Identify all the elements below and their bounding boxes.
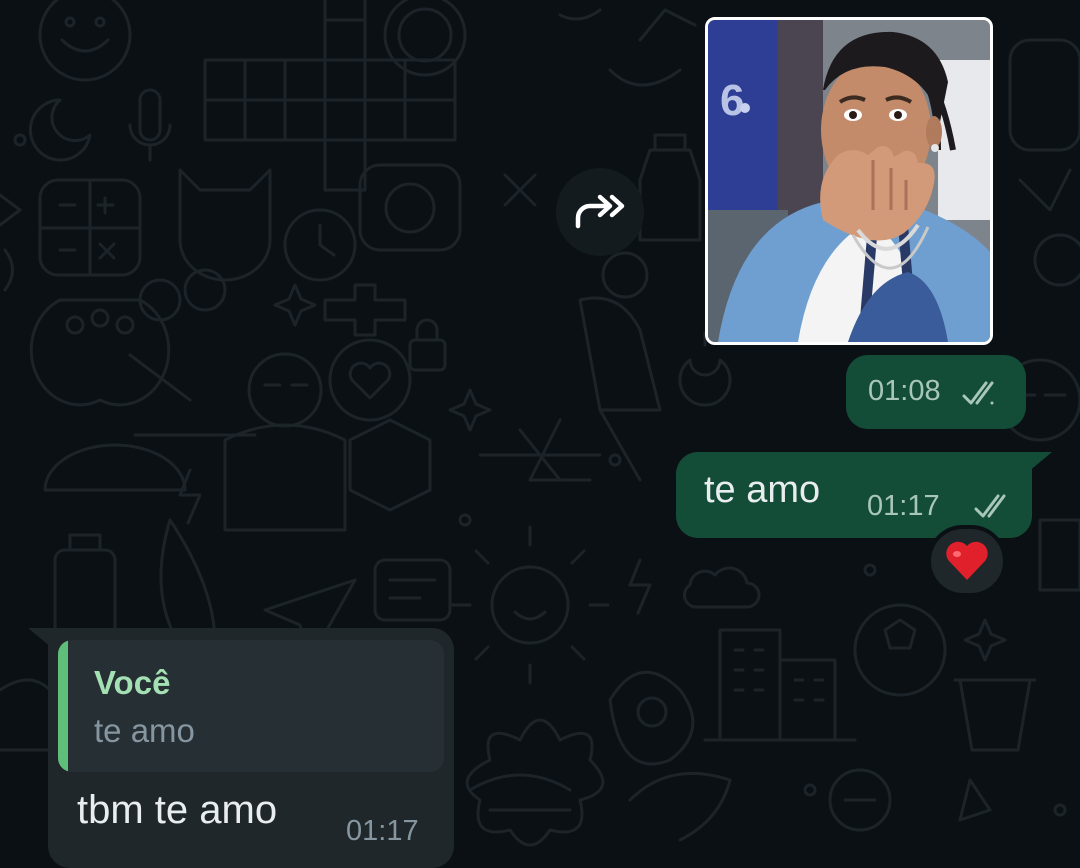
message-time: 01:08 [868,375,941,407]
double-check-icon [962,381,994,405]
message-text: tbm te amo [77,788,278,832]
message-reaction[interactable] [927,525,1007,597]
quoted-message[interactable]: Você te amo [58,640,444,772]
double-check-icon [974,494,1006,518]
message-text: te amo [704,469,821,511]
forward-button[interactable] [556,168,644,256]
quote-text: te amo [94,712,195,749]
bubble-tail [28,628,52,648]
message-time: 01:17 [346,815,419,847]
forward-icon [575,194,625,229]
sticker-message-footer: 01:08 [846,355,1026,429]
svg-text:6: 6 [720,76,744,125]
message-time: 01:17 [867,490,940,522]
bubble-tail [1028,452,1052,472]
quote-accent-bar [58,640,68,772]
sticker-image[interactable]: 6 [705,17,993,345]
quote-author: Você [94,664,171,701]
red-heart-icon [946,541,988,580]
